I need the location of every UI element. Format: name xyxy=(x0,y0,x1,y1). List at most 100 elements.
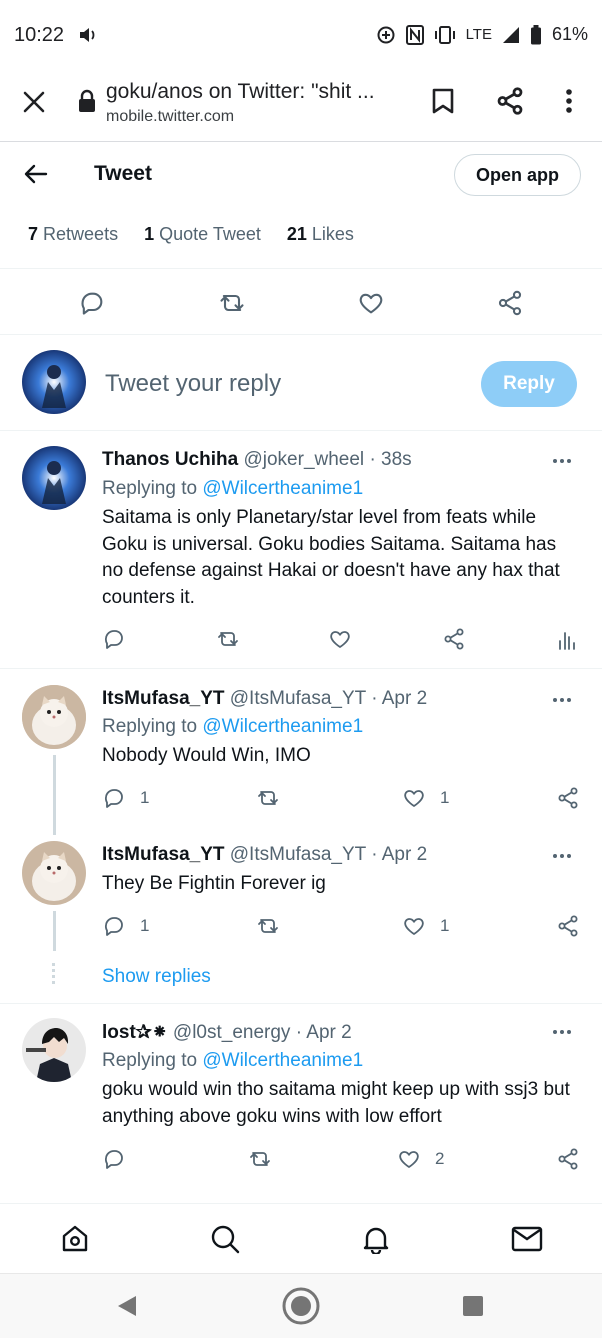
tweet-time[interactable]: · 38s xyxy=(369,449,411,470)
like-icon[interactable] xyxy=(357,289,385,317)
reply-count: 1 xyxy=(140,916,150,935)
back-arrow-icon[interactable] xyxy=(24,164,48,184)
reply-icon[interactable] xyxy=(102,1147,126,1171)
reply-icon[interactable] xyxy=(78,289,106,317)
retweet-icon[interactable] xyxy=(248,1147,272,1171)
mention-link[interactable]: @Wilcertheanime1 xyxy=(202,478,363,499)
retweet-icon[interactable] xyxy=(216,627,240,651)
tweet-text: They Be Fightin Forever ig xyxy=(102,873,326,894)
share-icon[interactable] xyxy=(442,627,466,651)
like-action[interactable]: 1 xyxy=(402,914,449,938)
battery-level: 61% xyxy=(551,24,588,44)
retweets-stat[interactable]: 7 Retweets xyxy=(28,224,118,245)
notifications-icon[interactable] xyxy=(361,1224,391,1254)
share-icon[interactable] xyxy=(556,1147,580,1171)
author-handle[interactable]: @joker_wheel xyxy=(243,449,364,470)
battery-icon xyxy=(530,24,542,45)
reply-action[interactable]: 1 xyxy=(102,914,149,938)
tweet-time[interactable]: · Apr 2 xyxy=(371,844,427,865)
like-icon[interactable] xyxy=(402,786,426,810)
reply-icon[interactable] xyxy=(102,914,126,938)
nav-home-icon[interactable] xyxy=(281,1286,321,1326)
retweet-icon[interactable] xyxy=(218,289,246,317)
mention-link[interactable]: @Wilcertheanime1 xyxy=(202,716,363,737)
system-nav-bar xyxy=(0,1273,602,1338)
vibrate-icon xyxy=(434,25,456,44)
more-horizontal-icon[interactable] xyxy=(550,844,574,868)
likes-stat[interactable]: 21 Likes xyxy=(287,224,354,245)
reply-icon[interactable] xyxy=(102,786,126,810)
bookmark-icon[interactable] xyxy=(432,88,454,114)
status-bar: 10:22 LTE 61% xyxy=(0,0,602,70)
divider xyxy=(0,668,602,669)
quotes-stat[interactable]: 1 Quote Tweet xyxy=(144,224,261,245)
network-label: LTE xyxy=(465,26,492,43)
tweet-action-bar xyxy=(0,282,602,332)
browser-toolbar: goku/anos on Twitter: "shit ... mobile.t… xyxy=(0,70,602,142)
like-count: 1 xyxy=(440,788,450,807)
share-icon[interactable] xyxy=(495,86,525,116)
retweet-icon[interactable] xyxy=(256,786,280,810)
author-name[interactable]: ItsMufasa_YT xyxy=(102,688,224,709)
search-icon[interactable] xyxy=(210,1224,240,1254)
more-horizontal-icon[interactable] xyxy=(550,449,574,473)
author-handle[interactable]: @l0st_energy xyxy=(173,1022,291,1043)
divider xyxy=(0,334,602,335)
replying-to-line: Replying to @Wilcertheanime1 xyxy=(102,1050,364,1071)
reply-icon[interactable] xyxy=(102,627,126,651)
reply-input[interactable]: Tweet your reply xyxy=(105,370,281,398)
like-icon[interactable] xyxy=(402,914,426,938)
avatar[interactable] xyxy=(22,841,86,905)
nav-recents-icon[interactable] xyxy=(463,1296,483,1316)
show-replies-link[interactable]: Show replies xyxy=(102,966,211,988)
avatar[interactable] xyxy=(22,446,86,510)
more-vert-icon[interactable] xyxy=(564,88,574,114)
tweet-author-line: ItsMufasa_YT @ItsMufasa_YT · Apr 2 xyxy=(102,688,427,710)
divider xyxy=(0,430,602,431)
author-name[interactable]: Thanos Uchiha xyxy=(102,449,238,470)
reply-button[interactable]: Reply xyxy=(481,361,577,407)
reply-action[interactable]: 1 xyxy=(102,786,149,810)
open-app-button[interactable]: Open app xyxy=(454,154,581,196)
tweet-header: Tweet Open app xyxy=(0,142,602,210)
close-icon[interactable] xyxy=(22,90,46,114)
page-url[interactable]: mobile.twitter.com xyxy=(106,108,234,126)
tweet-author-line: Thanos Uchiha @joker_wheel · 38s xyxy=(102,449,412,471)
messages-icon[interactable] xyxy=(511,1224,543,1254)
page-title: goku/anos on Twitter: "shit ... xyxy=(106,80,375,103)
nfc-icon xyxy=(405,24,424,45)
tweet-text: goku would win tho saitama might keep up… xyxy=(102,1079,570,1127)
home-icon[interactable] xyxy=(60,1224,90,1254)
status-indicators: LTE 61% xyxy=(376,24,588,45)
avatar[interactable] xyxy=(22,1018,86,1082)
share-icon[interactable] xyxy=(496,289,524,317)
tweet-time[interactable]: · Apr 2 xyxy=(296,1022,352,1043)
share-icon[interactable] xyxy=(556,914,580,938)
more-horizontal-icon[interactable] xyxy=(550,1020,574,1044)
tweet-time[interactable]: · Apr 2 xyxy=(371,688,427,709)
author-name[interactable]: lost✰⁕ xyxy=(102,1022,168,1043)
like-action[interactable]: 1 xyxy=(402,786,449,810)
like-action[interactable]: 2 xyxy=(397,1147,444,1171)
header-title: Tweet xyxy=(94,162,152,185)
author-handle[interactable]: @ItsMufasa_YT xyxy=(230,844,366,865)
share-icon[interactable] xyxy=(556,786,580,810)
avatar[interactable] xyxy=(22,350,86,414)
author-handle[interactable]: @ItsMufasa_YT xyxy=(230,688,366,709)
tweet-stats: 7 Retweets 1 Quote Tweet 21 Likes xyxy=(28,224,354,245)
more-horizontal-icon[interactable] xyxy=(550,688,574,712)
lock-icon xyxy=(78,89,96,113)
nav-back-icon[interactable] xyxy=(116,1294,138,1318)
like-count: 2 xyxy=(435,1149,445,1168)
like-icon[interactable] xyxy=(328,627,352,651)
analytics-icon[interactable] xyxy=(558,629,576,651)
retweet-icon[interactable] xyxy=(256,914,280,938)
avatar[interactable] xyxy=(22,685,86,749)
like-icon[interactable] xyxy=(397,1147,421,1171)
author-name[interactable]: ItsMufasa_YT xyxy=(102,844,224,865)
mention-link[interactable]: @Wilcertheanime1 xyxy=(202,1050,363,1071)
replying-to-line: Replying to @Wilcertheanime1 xyxy=(102,716,364,737)
thread-line xyxy=(53,911,56,951)
replying-to-line: Replying to @Wilcertheanime1 xyxy=(102,478,364,499)
like-count: 1 xyxy=(440,916,450,935)
